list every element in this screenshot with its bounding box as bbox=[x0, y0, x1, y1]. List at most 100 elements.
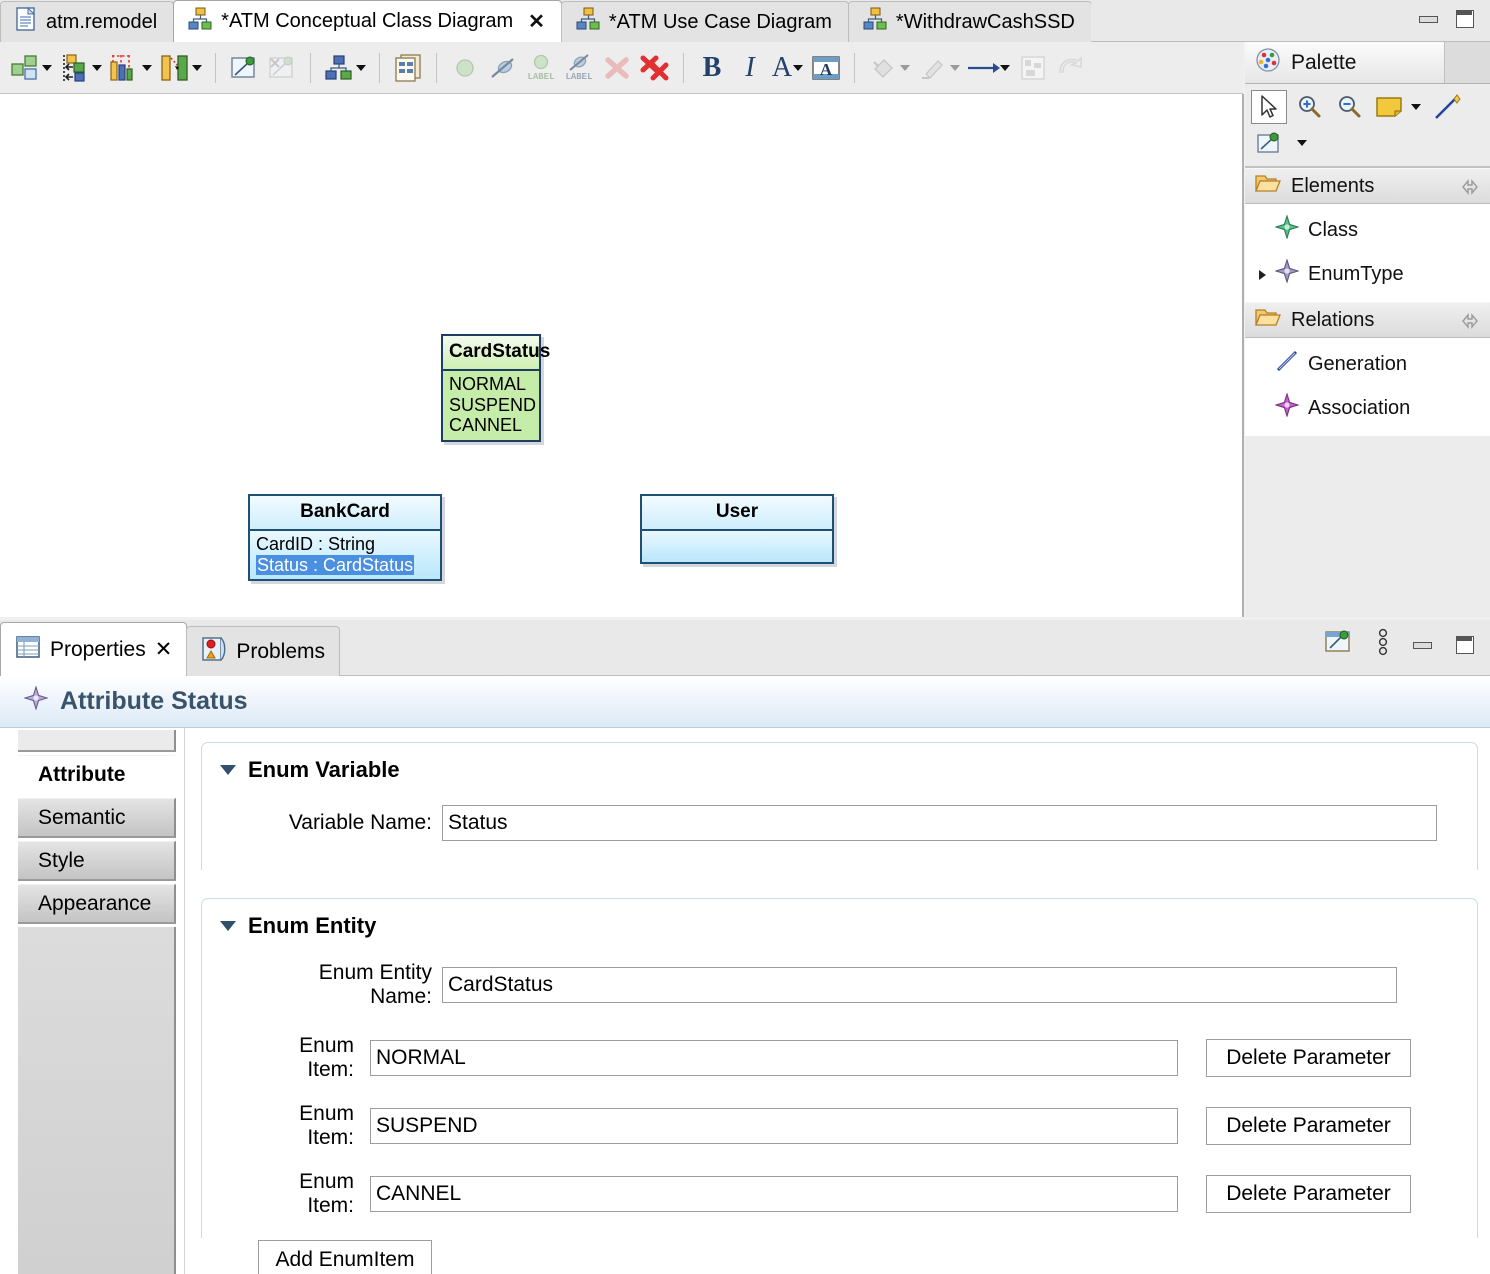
compartment-icon[interactable] bbox=[389, 49, 427, 87]
enum-item-label: Enum Item: bbox=[258, 1170, 354, 1218]
italic-icon[interactable]: I bbox=[731, 49, 769, 87]
delete-parameter-button[interactable]: Delete Parameter bbox=[1206, 1039, 1411, 1077]
tab-problems[interactable]: Problems bbox=[186, 626, 340, 676]
enum-entity-name-input[interactable]: CardStatus bbox=[442, 967, 1397, 1003]
pin-collapse-icon[interactable] bbox=[1460, 178, 1480, 201]
note-tool-dropdown-caret[interactable] bbox=[1411, 104, 1421, 110]
minimize-icon[interactable] bbox=[1418, 9, 1438, 27]
palette-item-generation[interactable]: Generation bbox=[1245, 342, 1490, 386]
pin-view-icon[interactable] bbox=[1324, 628, 1354, 661]
close-icon[interactable]: ✕ bbox=[528, 12, 545, 32]
delete-all-icon[interactable] bbox=[636, 49, 674, 87]
palette-panel: Palette bbox=[1245, 42, 1490, 617]
properties-form: Enum Variable Variable Name: Status Enum… bbox=[185, 728, 1490, 1274]
properties-table-icon bbox=[15, 634, 41, 666]
toolbar-separator bbox=[854, 53, 855, 83]
uml-member[interactable]: CANNEL bbox=[449, 415, 539, 436]
uml-shape-name: BankCard bbox=[250, 496, 440, 531]
bold-icon[interactable]: B bbox=[693, 49, 731, 87]
palette-tools bbox=[1245, 84, 1490, 168]
generalization-line-icon bbox=[1275, 349, 1299, 379]
section-header[interactable]: Enum Entity bbox=[202, 899, 1477, 939]
toolbar-separator bbox=[215, 53, 216, 83]
select-note-attachment-icon[interactable] bbox=[225, 49, 263, 87]
enum-item-input[interactable]: SUSPEND bbox=[370, 1108, 1178, 1144]
view-menu-icon[interactable] bbox=[1376, 627, 1390, 662]
form-title-bar: Attribute Status bbox=[0, 676, 1490, 728]
editor-tab-atm-conceptual-class-diagram[interactable]: *ATM Conceptual Class Diagram ✕ bbox=[173, 0, 562, 42]
font-color-icon[interactable]: A bbox=[769, 49, 795, 87]
align-icon[interactable] bbox=[56, 49, 94, 87]
enum-item-input[interactable]: CANNEL bbox=[370, 1176, 1178, 1212]
properties-tab-attribute[interactable]: Attribute bbox=[18, 755, 176, 795]
palette-item-class[interactable]: Class bbox=[1245, 208, 1490, 252]
auto-size-icon[interactable] bbox=[156, 49, 194, 87]
toolbar-separator bbox=[683, 53, 684, 83]
editor-tab-atm-use-case-diagram[interactable]: *ATM Use Case Diagram bbox=[561, 1, 849, 42]
uml-member[interactable]: CardID : String bbox=[256, 534, 440, 555]
properties-tab-semantic[interactable]: Semantic bbox=[18, 798, 176, 838]
palette-item-association[interactable]: Association bbox=[1245, 386, 1490, 430]
line-color-icon bbox=[914, 49, 952, 87]
editor-tab-withdrawcashssd[interactable]: *WithdrawCashSSD bbox=[848, 1, 1092, 42]
uml-class-user[interactable]: User bbox=[640, 494, 834, 564]
font-dialog-icon[interactable]: A bbox=[807, 49, 845, 87]
zoom-in-tool-icon[interactable] bbox=[1291, 90, 1327, 124]
section-header[interactable]: Enum Variable bbox=[202, 743, 1477, 783]
minimize-view-icon[interactable] bbox=[1412, 635, 1432, 653]
palette-item-enumtype[interactable]: EnumType bbox=[1245, 252, 1490, 296]
view-tab-label: Properties bbox=[50, 638, 146, 662]
note-attachment-tool-icon[interactable] bbox=[1251, 126, 1287, 160]
diagram-filter-icon[interactable] bbox=[320, 49, 358, 87]
section-enum-entity: Enum Entity Enum Entity Name: CardStatus… bbox=[201, 898, 1478, 1238]
delete-parameter-button[interactable]: Delete Parameter bbox=[1206, 1175, 1411, 1213]
chevron-right-icon[interactable] bbox=[1259, 270, 1266, 280]
palette-group-elements[interactable]: Elements bbox=[1245, 168, 1490, 204]
maximize-view-icon[interactable] bbox=[1454, 635, 1474, 653]
properties-tab-appearance[interactable]: Appearance bbox=[18, 884, 176, 924]
pin-collapse-icon[interactable] bbox=[1460, 312, 1480, 335]
tab-properties[interactable]: Properties ✕ bbox=[0, 622, 187, 676]
uml-enum-cardstatus[interactable]: CardStatus NORMAL SUSPEND CANNEL bbox=[441, 334, 541, 442]
properties-view: Properties ✕ Problems bbox=[0, 620, 1490, 1274]
tab-list-filler bbox=[18, 927, 176, 1274]
enum-item-input[interactable]: NORMAL bbox=[370, 1040, 1178, 1076]
properties-tab-style[interactable]: Style bbox=[18, 841, 176, 881]
note-tool-icon[interactable] bbox=[1371, 90, 1407, 124]
uml-member-selected[interactable]: Status : CardStatus bbox=[256, 555, 440, 576]
palette-title-label: Palette bbox=[1291, 51, 1356, 75]
palette-item-label: Generation bbox=[1308, 353, 1407, 376]
palette-group-relations[interactable]: Relations bbox=[1245, 302, 1490, 338]
note-attachment-dropdown-caret[interactable] bbox=[1297, 140, 1307, 146]
arrange-all-icon[interactable] bbox=[6, 49, 44, 87]
uml-member[interactable]: SUSPEND bbox=[449, 395, 539, 416]
italic-label: I bbox=[745, 52, 754, 84]
toolbar-group-filter bbox=[314, 42, 376, 93]
uml-member[interactable]: NORMAL bbox=[449, 374, 539, 395]
fill-color-icon bbox=[864, 49, 902, 87]
editor-tab-atm-remodel[interactable]: atm.remodel bbox=[0, 1, 174, 42]
maximize-icon[interactable] bbox=[1454, 9, 1474, 27]
delete-parameter-button[interactable]: Delete Parameter bbox=[1206, 1107, 1411, 1145]
add-enum-item-button[interactable]: Add EnumItem bbox=[258, 1240, 432, 1274]
field-row-variable-name: Variable Name: Status bbox=[202, 805, 1477, 841]
svg-text:LABEL: LABEL bbox=[565, 72, 592, 82]
diagram-canvas[interactable]: CardStatus NORMAL SUSPEND CANNEL BankCar… bbox=[0, 94, 1243, 617]
palette-title-bar: Palette bbox=[1245, 42, 1490, 84]
tab-list-scroll-up[interactable] bbox=[18, 730, 176, 752]
palette-item-label: EnumType bbox=[1308, 263, 1404, 286]
note-link-tool-icon[interactable] bbox=[1429, 90, 1465, 124]
variable-name-input[interactable]: Status bbox=[442, 805, 1437, 841]
chevron-down-icon[interactable] bbox=[220, 765, 236, 775]
select-tool-icon[interactable] bbox=[1251, 90, 1287, 124]
association-element-icon bbox=[1275, 393, 1299, 423]
toolbar-group-font: B I A A bbox=[687, 42, 851, 93]
toolbar-group-arrange bbox=[0, 42, 212, 93]
close-icon[interactable]: ✕ bbox=[155, 637, 173, 662]
show-connection-icon bbox=[446, 49, 484, 87]
uml-class-bankcard[interactable]: BankCard CardID : String Status : CardSt… bbox=[248, 494, 442, 581]
line-style-icon[interactable] bbox=[964, 49, 1002, 87]
zoom-out-tool-icon[interactable] bbox=[1331, 90, 1367, 124]
match-size-icon[interactable] bbox=[106, 49, 144, 87]
chevron-down-icon[interactable] bbox=[220, 921, 236, 931]
